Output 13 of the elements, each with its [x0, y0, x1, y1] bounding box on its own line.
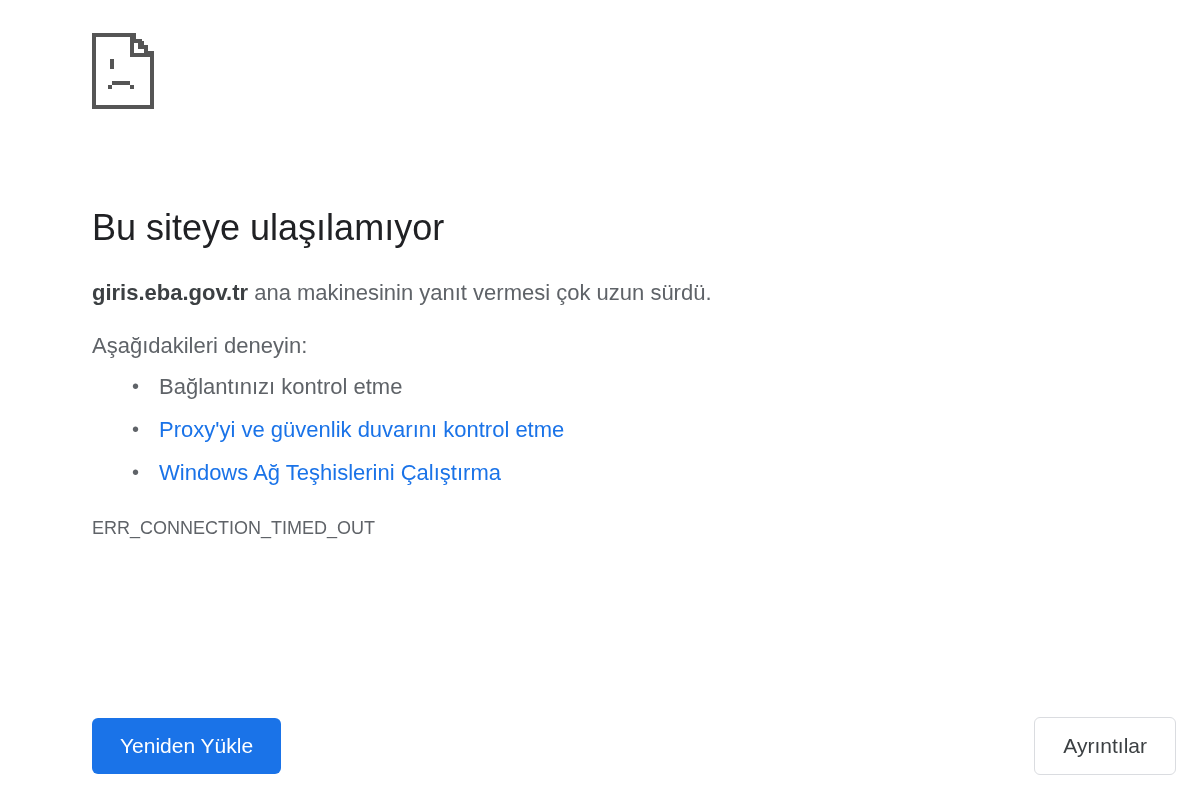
- list-bullet: •: [132, 460, 139, 485]
- reload-button[interactable]: Yeniden Yükle: [92, 718, 282, 774]
- sad-page-icon: [92, 33, 154, 109]
- list-bullet: •: [132, 374, 139, 399]
- suggestion-text: Bağlantınızı kontrol etme: [159, 373, 403, 401]
- error-code: ERR_CONNECTION_TIMED_OUT: [92, 518, 376, 539]
- list-bullet: •: [132, 417, 139, 442]
- suggestions-intro: Aşağıdakileri deneyin:: [92, 332, 309, 360]
- suggestion-link[interactable]: Proxy'yi ve güvenlik duvarını kontrol etme: [159, 408, 565, 451]
- suggestion-link[interactable]: Windows Ağ Teşhislerini Çalıştırma: [159, 451, 501, 494]
- page-heading: Bu siteye ulaşılamıyor: [92, 206, 446, 250]
- details-button[interactable]: Ayrıntılar: [1034, 717, 1176, 775]
- error-message: giris.eba.gov.tr ana makinesinin yanıt vermesi çok uzun sürdü.: [92, 279, 713, 307]
